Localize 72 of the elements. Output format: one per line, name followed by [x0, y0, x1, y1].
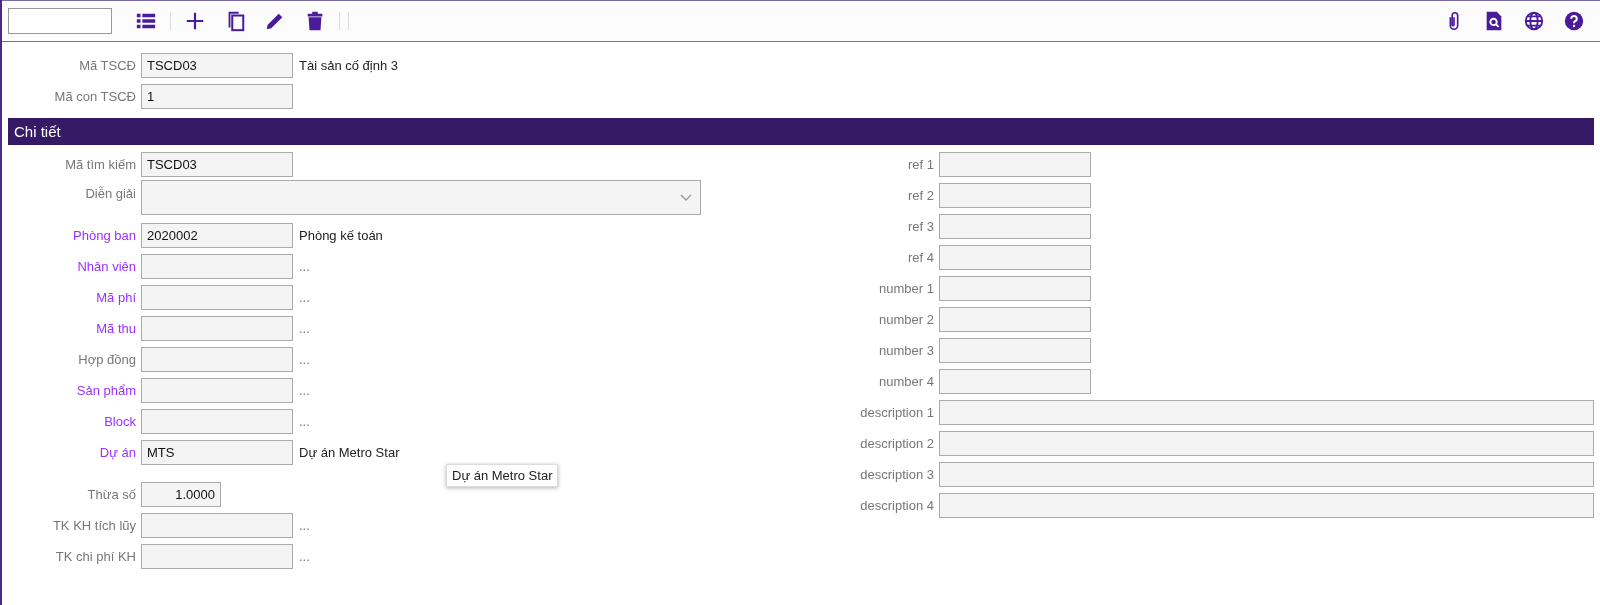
lookup-label: Sản phẩm [75, 383, 137, 398]
description-text: Tài sản cố định 3 [299, 58, 398, 73]
field-label: TK KH tích lũy [51, 518, 137, 533]
search-field[interactable] [8, 8, 112, 34]
lookup-label: Dự án [98, 445, 137, 460]
ellipsis-text: ... [299, 383, 310, 398]
field-label: ref 3 [907, 219, 935, 234]
text-field[interactable] [939, 307, 1091, 332]
lookup-label: Block [103, 414, 137, 429]
text-field[interactable] [141, 513, 293, 538]
lookup-label: Mã phí [95, 290, 137, 305]
field-label: number 2 [878, 312, 935, 327]
text-field[interactable] [939, 245, 1091, 270]
field-label: description 1 [859, 405, 935, 420]
field-label: number 4 [878, 374, 935, 389]
text-field[interactable]: TSCD03 [141, 152, 293, 177]
description-text: Dự án Metro Star [299, 445, 400, 460]
description-text: Phòng kế toán [299, 228, 383, 243]
text-field[interactable] [141, 544, 293, 569]
text-field[interactable] [939, 400, 1594, 425]
field-label: number 1 [878, 281, 935, 296]
field-label: Thừa số [86, 487, 137, 502]
field-label: description 3 [859, 467, 935, 482]
lookup-label: Nhân viên [76, 259, 137, 274]
tooltip: Dự án Metro Star [446, 464, 559, 487]
field-label: description 2 [859, 436, 935, 451]
ellipsis-text: ... [299, 549, 310, 564]
ellipsis-text: ... [299, 290, 310, 305]
field-label: Diễn giải [84, 185, 137, 201]
text-field[interactable] [939, 493, 1594, 518]
text-field[interactable] [141, 378, 293, 403]
text-field[interactable] [141, 285, 293, 310]
text-field[interactable] [939, 214, 1091, 239]
field-label: ref 2 [907, 188, 935, 203]
ellipsis-text: ... [299, 259, 310, 274]
text-field[interactable] [141, 347, 293, 372]
text-field[interactable]: MTS [141, 440, 293, 465]
ellipsis-text: ... [299, 352, 310, 367]
field-label: description 4 [859, 498, 935, 513]
field-label: Hợp đồng [77, 352, 137, 367]
chevron-down-icon [680, 193, 692, 202]
text-field[interactable] [939, 276, 1091, 301]
text-field[interactable] [141, 409, 293, 434]
textarea-field[interactable] [141, 180, 701, 215]
field-label: TK chi phí KH [54, 549, 137, 564]
text-field[interactable] [939, 431, 1594, 456]
field-label: Mã con TSCĐ [53, 89, 137, 104]
add-icon[interactable] [184, 10, 206, 32]
number-field[interactable]: 1.0000 [141, 482, 221, 507]
text-field[interactable] [939, 462, 1594, 487]
text-field[interactable] [141, 316, 293, 341]
lookup-label: Phòng ban [72, 228, 137, 243]
ellipsis-text: ... [299, 518, 310, 533]
text-field[interactable] [939, 338, 1091, 363]
text-field[interactable] [939, 152, 1091, 177]
text-field[interactable] [141, 254, 293, 279]
help-icon[interactable] [1563, 10, 1585, 32]
field-label: ref 1 [907, 157, 935, 172]
lookup-label: Mã thu [95, 321, 137, 336]
ellipsis-text: ... [299, 321, 310, 336]
section-header: Chi tiết [8, 118, 1594, 145]
text-field[interactable]: 1 [141, 84, 293, 109]
ellipsis-text: ... [299, 414, 310, 429]
globe-icon[interactable] [1523, 10, 1545, 32]
text-field[interactable] [939, 369, 1091, 394]
text-field[interactable]: 2020002 [141, 223, 293, 248]
text-field[interactable]: TSCD03 [141, 53, 293, 78]
field-label: Mã TSCĐ [78, 58, 137, 73]
field-label: Mã tìm kiếm [64, 157, 137, 172]
field-label: number 3 [878, 343, 935, 358]
field-label: ref 4 [907, 250, 935, 265]
text-field[interactable] [939, 183, 1091, 208]
